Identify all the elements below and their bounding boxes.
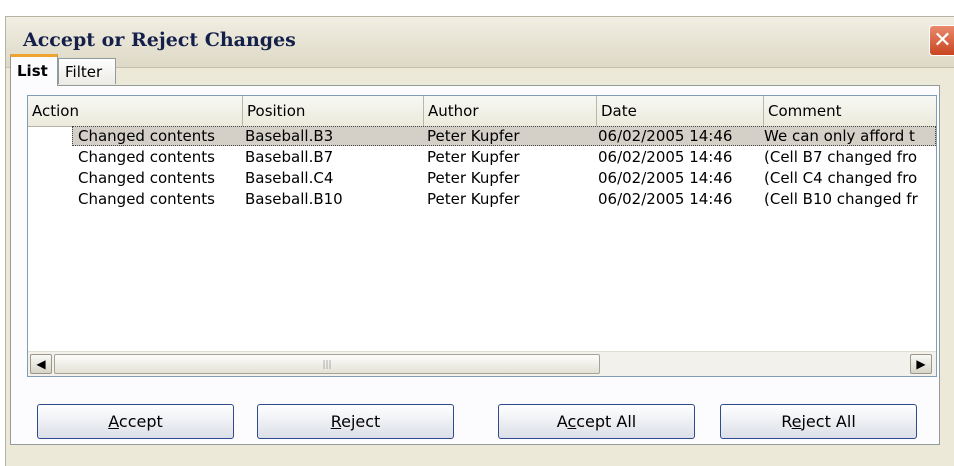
accept-all-label-pre: A bbox=[556, 412, 568, 431]
tab-filter[interactable]: Filter bbox=[58, 58, 116, 84]
horizontal-scrollbar[interactable]: ◀ ||| ▶ bbox=[28, 351, 936, 376]
column-header-date[interactable]: Date bbox=[597, 96, 764, 126]
column-header-comment[interactable]: Comment bbox=[764, 96, 936, 126]
cell-action: Changed contents bbox=[78, 148, 215, 166]
cell-comment: (Cell B10 changed fr bbox=[764, 190, 918, 208]
column-header-position[interactable]: Position bbox=[243, 96, 424, 126]
cell-position: Baseball.C4 bbox=[245, 169, 334, 187]
accept-button[interactable]: Accept bbox=[37, 404, 234, 439]
reject-all-label-key: e bbox=[791, 412, 802, 431]
scroll-right-button[interactable]: ▶ bbox=[910, 354, 932, 374]
table-row[interactable]: Changed contents Baseball.B10 Peter Kupf… bbox=[28, 189, 936, 209]
list-header: Action Position Author Date Comment bbox=[28, 96, 936, 127]
scroll-left-button[interactable]: ◀ bbox=[30, 354, 52, 374]
cell-position: Baseball.B7 bbox=[245, 148, 334, 166]
arrow-left-icon: ◀ bbox=[36, 357, 46, 371]
cell-author: Peter Kupfer bbox=[427, 148, 520, 166]
cell-date: 06/02/2005 14:46 bbox=[598, 169, 733, 187]
reject-label-key: R bbox=[330, 412, 342, 431]
cell-date: 06/02/2005 14:46 bbox=[598, 127, 733, 145]
table-row[interactable]: Changed contents Baseball.B3 Peter Kupfe… bbox=[28, 126, 936, 146]
cell-action: Changed contents bbox=[78, 127, 215, 145]
reject-label-post: eject bbox=[341, 412, 381, 431]
table-row[interactable]: Changed contents Baseball.B7 Peter Kupfe… bbox=[28, 147, 936, 167]
reject-button[interactable]: Reject bbox=[257, 404, 454, 439]
cell-action: Changed contents bbox=[78, 190, 215, 208]
reject-all-label-pre: R bbox=[781, 412, 792, 431]
dialog-title: Accept or Reject Changes bbox=[23, 29, 296, 51]
table-row[interactable]: Changed contents Baseball.C4 Peter Kupfe… bbox=[28, 168, 936, 188]
cell-author: Peter Kupfer bbox=[427, 169, 520, 187]
cell-date: 06/02/2005 14:46 bbox=[598, 148, 733, 166]
cell-action: Changed contents bbox=[78, 169, 215, 187]
accept-all-label-post: cept All bbox=[576, 412, 637, 431]
cell-author: Peter Kupfer bbox=[427, 190, 520, 208]
scrollbar-grip-icon: ||| bbox=[322, 360, 332, 370]
cell-date: 06/02/2005 14:46 bbox=[598, 190, 733, 208]
reject-all-label-post: ject All bbox=[801, 412, 856, 431]
accept-all-label-key: c bbox=[567, 412, 577, 431]
cell-comment: (Cell C4 changed fro bbox=[764, 169, 918, 187]
close-icon: ✕ bbox=[933, 28, 952, 53]
accept-label-key: A bbox=[108, 412, 119, 431]
title-bar[interactable]: Accept or Reject Changes ✕ bbox=[6, 17, 954, 68]
cell-position: Baseball.B3 bbox=[245, 127, 334, 145]
cell-comment: (Cell B7 changed fro bbox=[764, 148, 918, 166]
cell-author: Peter Kupfer bbox=[427, 127, 520, 145]
scrollbar-thumb[interactable]: ||| bbox=[54, 354, 600, 374]
column-header-author[interactable]: Author bbox=[424, 96, 597, 126]
column-header-action[interactable]: Action bbox=[28, 96, 243, 126]
close-button[interactable]: ✕ bbox=[929, 25, 954, 56]
accept-all-button[interactable]: Accept All bbox=[498, 404, 695, 439]
accept-label-post: ccept bbox=[118, 412, 163, 431]
reject-all-button[interactable]: Reject All bbox=[720, 404, 917, 439]
tab-list[interactable]: List bbox=[10, 54, 58, 86]
changes-list[interactable]: Action Position Author Date Comment Chan… bbox=[27, 95, 937, 377]
cell-position: Baseball.B10 bbox=[245, 190, 343, 208]
cell-comment: We can only afford t bbox=[764, 127, 915, 145]
arrow-right-icon: ▶ bbox=[916, 357, 926, 371]
